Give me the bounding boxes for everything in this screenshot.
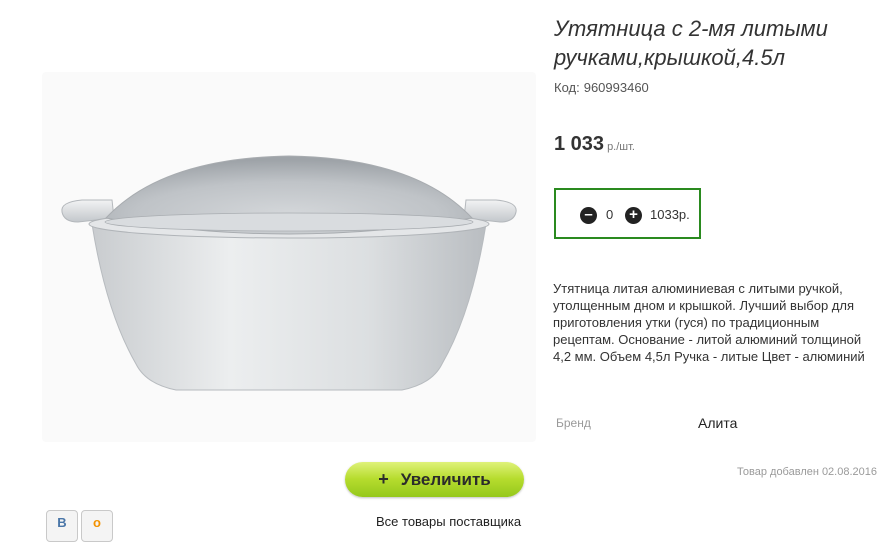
plus-icon: + <box>378 469 389 489</box>
product-title: Утятница с 2-мя литыми ручками,крышкой,4… <box>554 16 828 70</box>
vk-share-icon[interactable]: В <box>46 510 78 542</box>
brand-value: Алита <box>698 415 738 431</box>
added-date-label: Товар добавлен <box>737 466 819 478</box>
ok-share-icon[interactable]: о <box>81 510 113 542</box>
all-supplier-products-link[interactable]: Все товары поставщика <box>376 514 521 529</box>
brand-label: Бренд <box>556 416 591 430</box>
product-price: 1 033 р./шт. <box>554 133 635 156</box>
quantity-total: 1033р. <box>650 207 690 222</box>
price-value: 1 033 <box>554 133 605 155</box>
added-date: Товар добавлен 02.08.2016 <box>737 466 877 478</box>
minus-circle-icon[interactable]: – <box>580 207 597 224</box>
zoom-button-label: Увеличить <box>400 469 491 489</box>
plus-circle-icon[interactable]: + <box>625 207 642 224</box>
product-image[interactable] <box>42 72 536 442</box>
quantity-stepper: – 0 + 1033р. <box>554 188 701 239</box>
added-date-value: 02.08.2016 <box>821 466 877 478</box>
zoom-button[interactable]: + Увеличить <box>345 462 524 497</box>
product-code-label: Код: <box>554 80 580 95</box>
product-code-value: 960993460 <box>583 80 649 95</box>
quantity-value: 0 <box>606 207 614 222</box>
product-description: Утятница литая алюминиевая с литыми ручк… <box>553 281 865 364</box>
product-code: Код: 960993460 <box>554 80 649 95</box>
price-unit: р./шт. <box>607 141 635 153</box>
pot-illustration <box>61 155 517 391</box>
